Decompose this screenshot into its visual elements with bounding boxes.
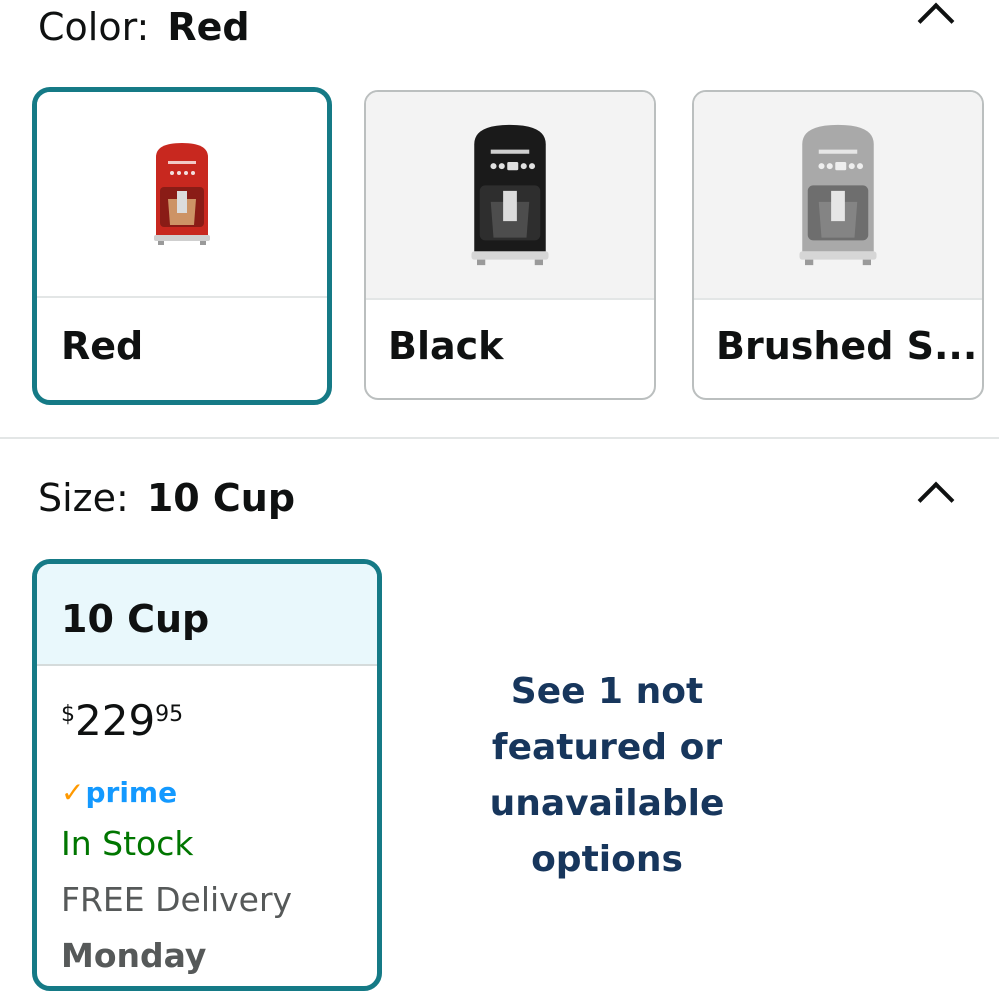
color-option-red[interactable]: Red (32, 87, 332, 405)
size-heading: Size: 10 Cup (38, 479, 295, 517)
prime-label: prime (85, 776, 178, 809)
color-option-black[interactable]: Black (364, 90, 656, 400)
color-label: Color: (38, 5, 150, 49)
size-option-header: 10 Cup (37, 564, 377, 666)
color-option-brushed-steel[interactable]: Brushed S... (692, 90, 984, 400)
chevron-up-icon[interactable] (917, 481, 955, 519)
color-selector-section: Color: Red Red Black Brushed S... (0, 0, 999, 438)
size-label: Size: (38, 476, 129, 520)
prime-badge: ✓prime (61, 776, 177, 809)
color-heading: Color: Red (38, 8, 250, 46)
color-option-image (694, 92, 982, 300)
size-option-10-cup[interactable]: 10 Cup $22995 ✓prime In Stock FREE Deliv… (32, 559, 382, 991)
coffee-maker-black-image (471, 124, 549, 266)
price-symbol: $ (61, 702, 75, 727)
color-option-label: Brushed S... (716, 324, 978, 368)
stock-status: In Stock (61, 824, 194, 863)
price: $22995 (61, 700, 183, 742)
color-option-label: Black (388, 324, 504, 368)
see-unavailable-options-link[interactable]: See 1 not featured or unavailable option… (470, 664, 744, 888)
delivery-day: Monday (61, 936, 207, 975)
size-selected-value: 10 Cup (146, 476, 296, 520)
delivery-text: FREE Delivery (61, 880, 293, 919)
color-option-label: Red (61, 324, 144, 368)
price-fraction: 95 (155, 702, 184, 727)
coffee-maker-brushed-steel-image (799, 124, 877, 266)
color-option-image (37, 92, 327, 298)
color-selected-value: Red (167, 5, 250, 49)
size-option-title: 10 Cup (61, 597, 210, 641)
price-whole: 229 (75, 696, 156, 745)
coffee-maker-red-image (154, 143, 210, 245)
chevron-up-icon[interactable] (917, 2, 955, 40)
color-option-image (366, 92, 654, 300)
prime-check-icon: ✓ (61, 776, 85, 809)
